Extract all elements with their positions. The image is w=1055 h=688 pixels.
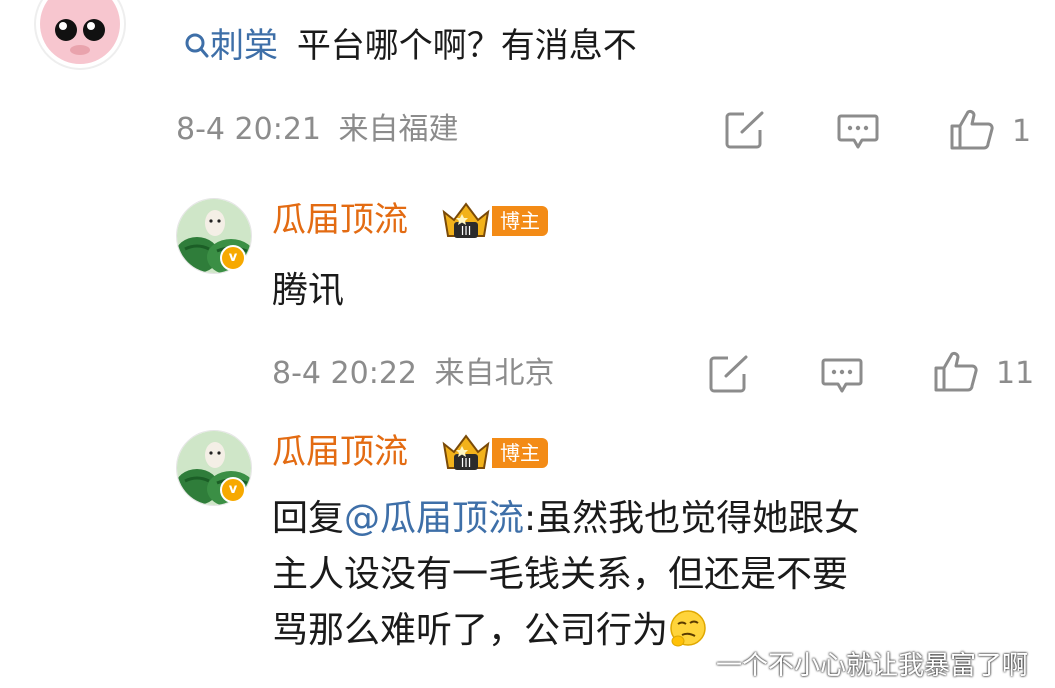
reply-location: 来自北京	[434, 356, 555, 391]
crown-icon: III	[442, 434, 490, 470]
reply-button[interactable]	[836, 112, 880, 156]
cartoon-face-icon	[40, 0, 120, 64]
share-icon	[725, 111, 764, 149]
mention-text: 刺棠	[210, 26, 278, 66]
reply-text-line-3: 骂那么难听了，公司行为	[272, 604, 708, 658]
comment-location: 来自福建	[338, 112, 459, 147]
reply-text-line-2: 主人设没有一毛钱关系，但还是不要	[272, 554, 849, 595]
blogger-badge: 博主	[492, 438, 548, 468]
share-button[interactable]	[724, 110, 766, 154]
reply-time: 8-4 20:22	[272, 356, 417, 391]
crown-badge: III	[440, 198, 492, 246]
verified-icon: v	[220, 477, 246, 503]
reply-body-1: :虽然我也觉得她跟女	[524, 498, 861, 539]
like-count: 1	[1012, 114, 1032, 149]
like-button[interactable]	[932, 350, 980, 398]
crown-level: III	[461, 224, 472, 238]
thinking-emoji-icon	[670, 610, 706, 647]
reply-prefix: 回复	[272, 498, 345, 539]
reply-body-3: 骂那么难听了，公司行为	[272, 610, 669, 651]
blogger-badge: 博主	[492, 206, 548, 236]
like-button[interactable]	[948, 108, 996, 156]
search-icon	[185, 33, 209, 58]
like-count: 11	[996, 356, 1035, 391]
reply-text: 腾讯	[272, 270, 345, 311]
comment-icon	[821, 358, 863, 393]
watermark: 一个不小心就让我暴富了啊	[716, 651, 1029, 681]
crown-badge: III	[440, 430, 492, 478]
comment-meta: 8-4 20:21 来自福建	[176, 112, 459, 148]
comment-text: 平台哪个啊？有消息不	[296, 26, 637, 66]
comment-time: 8-4 20:21	[176, 112, 321, 147]
crown-icon: III	[442, 202, 490, 238]
share-icon	[709, 355, 748, 393]
crown-level: III	[461, 456, 472, 470]
comment-line: 刺棠 平台哪个啊？有消息不	[184, 26, 637, 66]
like-icon	[934, 351, 978, 392]
commenter-avatar[interactable]	[34, 0, 126, 70]
reply-username[interactable]: 瓜届顶流	[272, 432, 408, 472]
like-icon	[950, 109, 994, 150]
reply-username[interactable]: 瓜届顶流	[272, 200, 408, 240]
mention-link[interactable]: @瓜届顶流	[344, 498, 524, 539]
mention-link[interactable]: 刺棠	[184, 26, 289, 66]
reply-meta: 8-4 20:22 来自北京	[272, 356, 555, 392]
verified-icon: v	[220, 245, 246, 271]
share-button[interactable]	[708, 354, 750, 398]
comment-icon	[837, 114, 879, 149]
reply-button[interactable]	[820, 356, 864, 400]
reply-text-line-1: 回复@瓜届顶流:虽然我也觉得她跟女	[272, 492, 860, 546]
